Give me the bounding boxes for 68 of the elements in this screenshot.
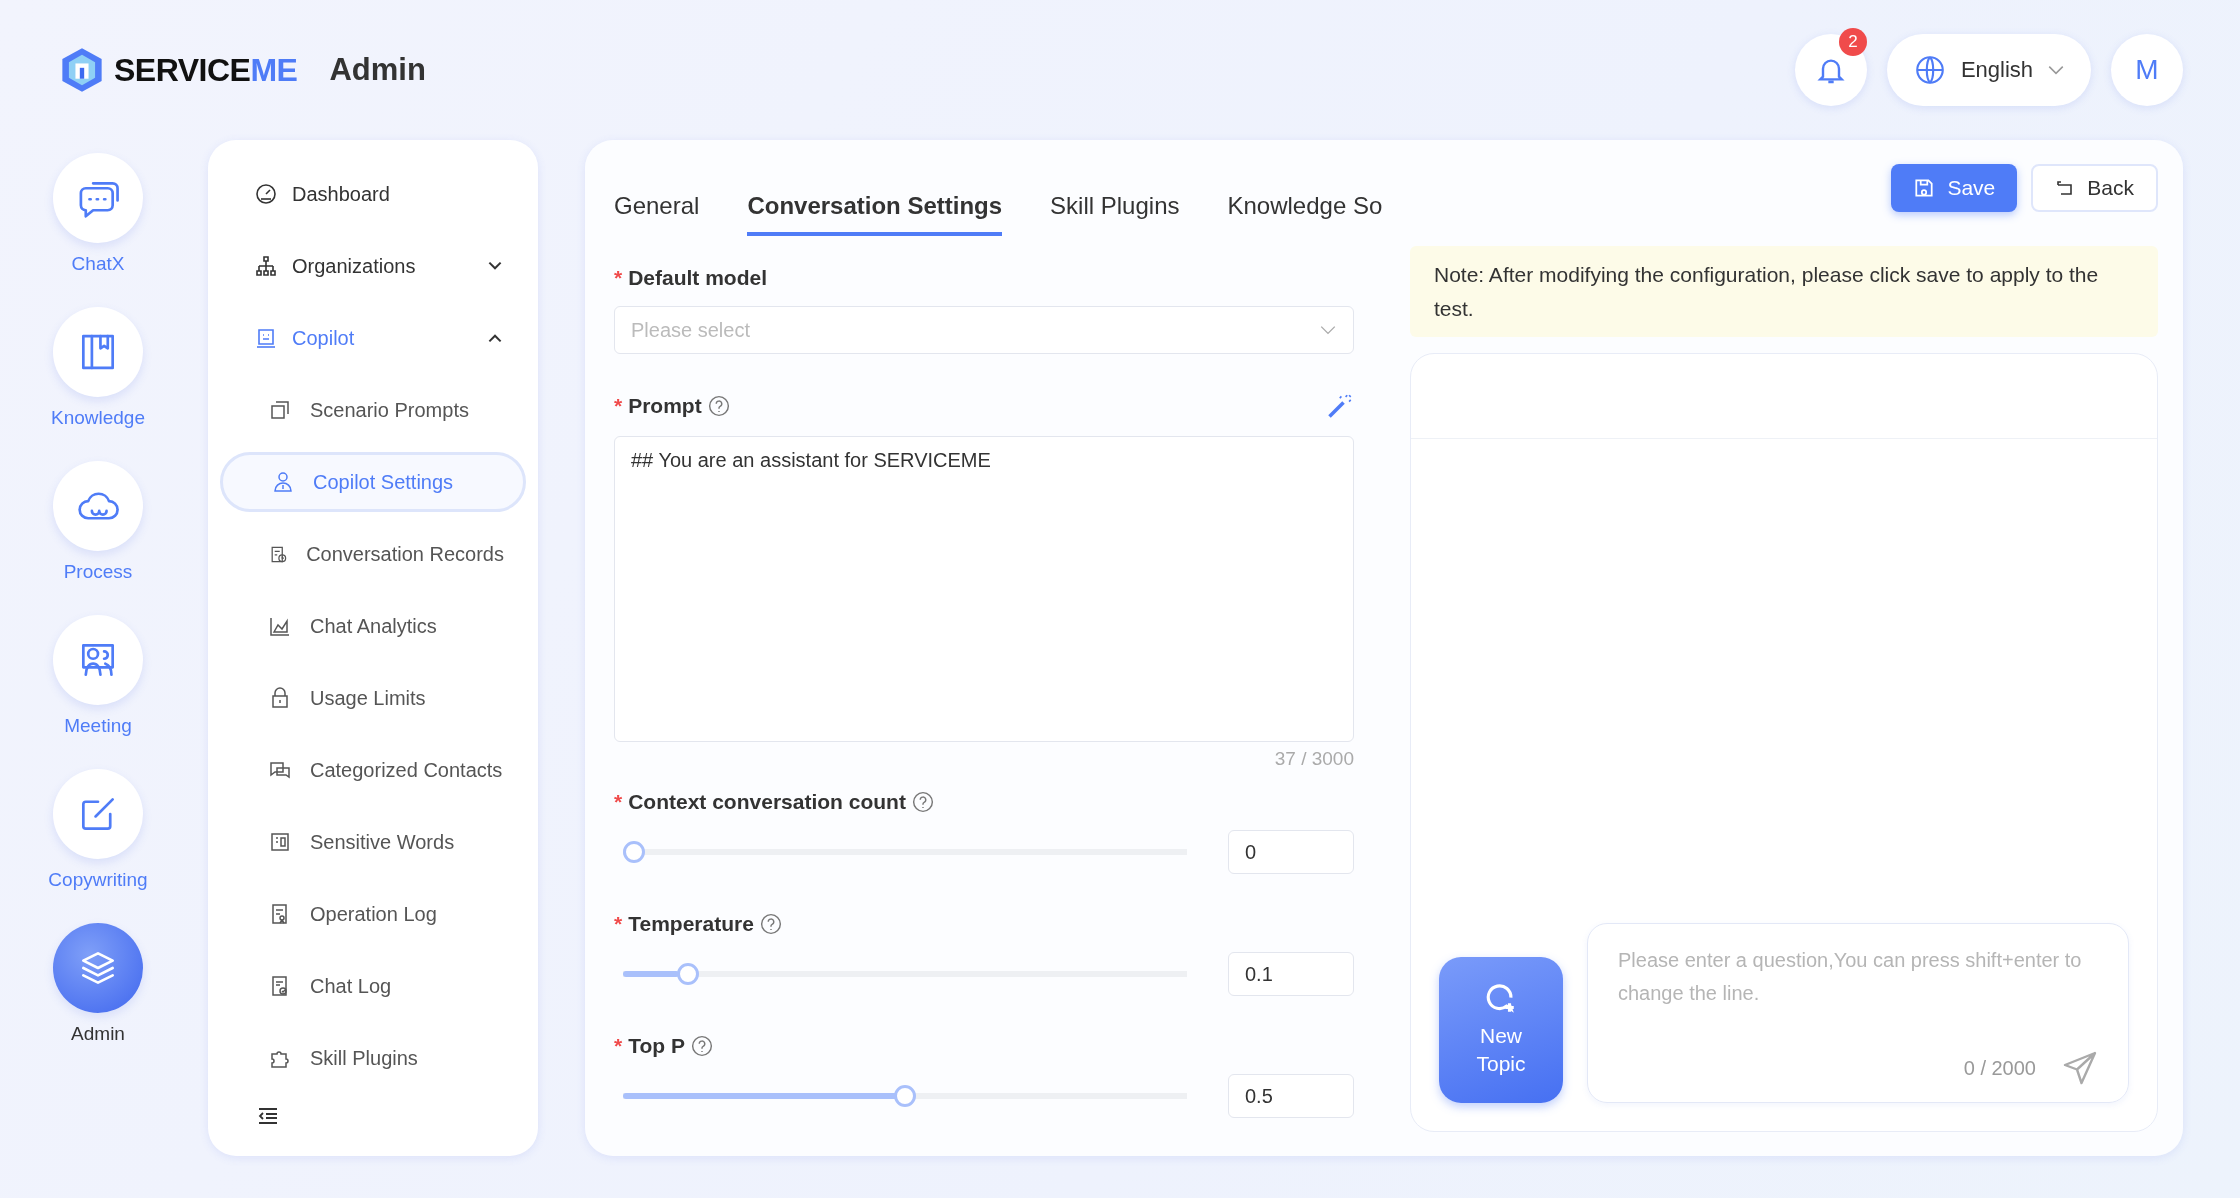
required-asterisk: *: [614, 394, 623, 418]
tab[interactable]: Knowledge So: [1227, 192, 1383, 236]
app-nav-label: Knowledge: [51, 407, 145, 429]
app-nav-button[interactable]: [53, 923, 143, 1013]
menu-icon: [268, 398, 292, 422]
field-label: Top P: [628, 1034, 685, 1058]
app-nav-label: Process: [63, 561, 133, 583]
submenu-item[interactable]: Usage Limits: [220, 662, 526, 734]
help-icon[interactable]: [911, 791, 934, 813]
language-selector[interactable]: English: [1887, 34, 2091, 106]
menu-item[interactable]: Copilot: [220, 302, 526, 374]
menu-icon: [271, 470, 295, 494]
submenu-item[interactable]: Copilot Settings: [220, 452, 526, 512]
save-button[interactable]: Save: [1891, 164, 2018, 212]
tab[interactable]: Conversation Settings: [747, 192, 1003, 236]
submenu-item[interactable]: Chat Analytics: [220, 590, 526, 662]
save-icon: [1913, 177, 1936, 199]
app-nav-button[interactable]: [53, 307, 143, 397]
help-icon[interactable]: [707, 395, 730, 417]
field-label: Temperature: [628, 912, 754, 936]
info-note: Note: After modifying the configuration, please click save to apply to the test.: [1410, 246, 2158, 338]
submenu-item[interactable]: Skill Plugins: [220, 1022, 526, 1094]
notification-count: 2: [1839, 28, 1867, 56]
prompt-field[interactable]: ## You are an assistant for SERVICEME: [614, 436, 1354, 742]
new-topic-button[interactable]: New Topic: [1439, 957, 1563, 1103]
menu-icon: [254, 326, 278, 350]
number-input[interactable]: 0.1: [1228, 952, 1354, 996]
menu-icon: [254, 254, 278, 278]
logo-icon: [60, 46, 104, 94]
app-nav-label: Admin: [71, 1023, 125, 1045]
menu-icon: [254, 182, 278, 206]
app-nav-label: Meeting: [64, 715, 132, 737]
number-input[interactable]: 0: [1228, 830, 1354, 874]
submenu-item[interactable]: Chat Log: [220, 950, 526, 1022]
submenu-item[interactable]: Categorized Contacts: [220, 734, 526, 806]
menu-icon: [268, 830, 292, 854]
field-label: Prompt: [628, 394, 702, 418]
character-counter: 37 / 3000: [1274, 748, 1354, 770]
required-asterisk: *: [614, 790, 623, 814]
logo-text: SERVICEME: [114, 51, 298, 89]
help-icon[interactable]: [690, 1035, 713, 1057]
send-icon[interactable]: [2062, 1050, 2098, 1086]
help-icon[interactable]: [759, 913, 782, 935]
app-nav-label: ChatX: [71, 253, 125, 275]
tab[interactable]: General: [614, 192, 700, 236]
menu-item[interactable]: Organizations: [220, 230, 526, 302]
app-title: Admin: [329, 52, 426, 88]
required-asterisk: *: [614, 912, 623, 936]
slider-thumb[interactable]: [677, 963, 700, 985]
slider-thumb[interactable]: [623, 841, 645, 863]
submenu-item[interactable]: Sensitive Words: [220, 806, 526, 878]
required-asterisk: *: [614, 1034, 623, 1058]
notification-button[interactable]: [1795, 34, 1867, 106]
submenu-item[interactable]: Conversation Records: [220, 518, 526, 590]
number-input[interactable]: 0.5: [1228, 1074, 1354, 1118]
required-asterisk: *: [614, 266, 623, 290]
submenu-item[interactable]: Operation Log: [220, 878, 526, 950]
field-label: Context conversation count: [628, 790, 906, 814]
submenu-item[interactable]: Scenario Prompts: [220, 374, 526, 446]
character-counter: 0 / 2000: [1963, 1056, 2036, 1080]
field-label: Default model: [628, 266, 768, 290]
back-button[interactable]: Back: [2031, 164, 2158, 212]
magic-wand-icon[interactable]: [1326, 392, 1354, 420]
slider-thumb[interactable]: [894, 1085, 916, 1107]
tab[interactable]: Skill Plugins: [1050, 192, 1180, 236]
menu-item[interactable]: Dashboard: [220, 158, 526, 230]
app-nav-label: Copywriting: [48, 869, 148, 891]
user-avatar[interactable]: M: [2111, 34, 2183, 106]
